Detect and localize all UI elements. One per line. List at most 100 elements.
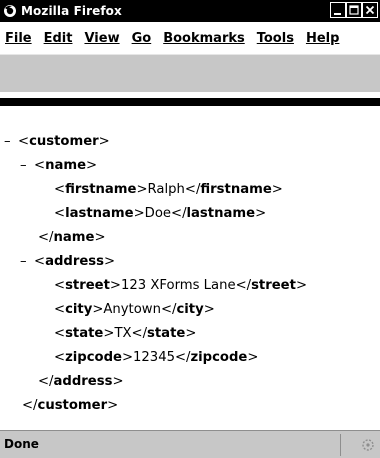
xml-text: Doe xyxy=(144,206,172,221)
xml-pre: < xyxy=(54,350,66,365)
xml-pre: < xyxy=(34,254,46,269)
menu-help-label: Help xyxy=(305,30,340,46)
xml-close-post: > xyxy=(203,302,215,317)
xml-mid: > xyxy=(103,326,115,341)
xml-pre: < xyxy=(54,278,66,293)
xml-tag: city xyxy=(65,302,93,317)
xml-text: 12345 xyxy=(133,350,175,365)
menu-go-label: Go xyxy=(131,30,152,46)
xml-close-tag: city xyxy=(176,302,204,317)
xml-line-address-open: – <address> xyxy=(20,250,115,274)
xml-close-pre: </ xyxy=(184,182,201,197)
xml-line-state: <state>TX</state> xyxy=(54,322,196,346)
status-divider xyxy=(340,434,341,456)
xml-tag: zipcode xyxy=(65,350,122,365)
xml-pre: < xyxy=(54,326,66,341)
menu-file[interactable]: File xyxy=(5,31,32,46)
xml-line-zipcode: <zipcode>12345</zipcode> xyxy=(54,346,258,370)
title-bar: Mozilla Firefox xyxy=(0,0,380,22)
collapse-toggle[interactable]: – xyxy=(20,250,34,274)
xml-pre: < xyxy=(34,158,46,173)
xml-close-tag: street xyxy=(251,278,296,293)
xml-post: > xyxy=(94,230,106,245)
xml-tag: address xyxy=(45,254,104,269)
status-bar: Done xyxy=(0,430,380,458)
content-separator xyxy=(0,98,380,106)
xml-text: Ralph xyxy=(147,182,185,197)
xml-close-post: > xyxy=(185,326,197,341)
xml-pre: < xyxy=(18,134,30,149)
xml-mid: > xyxy=(136,182,148,197)
xml-close-pre: </ xyxy=(235,278,252,293)
xml-close-post: > xyxy=(255,206,267,221)
xml-pre: </ xyxy=(38,230,54,245)
xml-close-tag: firstname xyxy=(200,182,272,197)
menu-go[interactable]: Go xyxy=(132,31,152,46)
xml-post: > xyxy=(107,398,119,413)
xml-mid: > xyxy=(121,350,134,365)
xml-close-post: > xyxy=(271,182,283,197)
xml-line-lastname: <lastname>Doe</lastname> xyxy=(54,202,266,226)
xml-close-post: > xyxy=(295,278,307,293)
menu-file-label: File xyxy=(5,30,32,46)
xml-line-name-close: </name> xyxy=(38,226,106,250)
xml-text: Anytown xyxy=(103,302,161,317)
xml-post: > xyxy=(98,134,110,149)
menu-bookmarks[interactable]: Bookmarks xyxy=(163,31,245,46)
maximize-button[interactable] xyxy=(346,2,362,18)
minimize-icon xyxy=(334,13,341,15)
collapse-toggle[interactable]: – xyxy=(20,154,34,178)
xml-line-customer-close: </customer> xyxy=(22,394,118,418)
xml-close-pre: </ xyxy=(171,206,187,221)
xml-post: > xyxy=(104,254,116,269)
browser-window: Mozilla Firefox File Edit View Go Bookma… xyxy=(0,0,380,458)
menu-tools[interactable]: Tools xyxy=(257,31,294,46)
xml-close-tag: zipcode xyxy=(190,350,248,365)
xml-line-street: <street>123 XForms Lane</street> xyxy=(54,274,307,298)
xml-close-pre: </ xyxy=(160,302,177,317)
menu-view-label: View xyxy=(84,30,120,46)
xml-tag: name xyxy=(53,230,95,245)
menu-help[interactable]: Help xyxy=(306,31,339,46)
xml-tag: firstname xyxy=(65,182,137,197)
close-icon xyxy=(365,5,375,15)
xml-tag: address xyxy=(53,374,113,389)
xml-pre: < xyxy=(54,302,66,317)
xml-tag: customer xyxy=(29,134,99,149)
xml-close-post: > xyxy=(247,350,259,365)
collapse-toggle[interactable]: – xyxy=(4,130,18,154)
security-icon xyxy=(362,439,374,451)
menu-edit-label: Edit xyxy=(43,30,73,46)
xml-line-firstname: <firstname>Ralph</firstname> xyxy=(54,178,283,202)
menu-tools-label: Tools xyxy=(256,30,294,46)
toolbar xyxy=(0,54,380,93)
xml-pre: </ xyxy=(22,398,38,413)
menu-bar: File Edit View Go Bookmarks Tools Help xyxy=(0,22,380,54)
xml-tag: customer xyxy=(37,398,108,413)
firefox-icon xyxy=(4,5,16,17)
xml-tag: state xyxy=(65,326,104,341)
xml-line-address-close: </address> xyxy=(38,370,124,394)
status-text: Done xyxy=(4,437,39,451)
xml-mid: > xyxy=(133,206,145,221)
xml-mid: > xyxy=(92,302,104,317)
xml-mid: > xyxy=(109,278,121,293)
xml-pre: < xyxy=(54,182,66,197)
menu-view[interactable]: View xyxy=(84,31,119,46)
xml-pre: </ xyxy=(38,374,54,389)
xml-post: > xyxy=(86,158,98,173)
menu-edit[interactable]: Edit xyxy=(44,31,73,46)
menu-bookmarks-label: Bookmarks xyxy=(163,30,245,46)
xml-post: > xyxy=(112,374,124,389)
xml-text: TX xyxy=(114,326,132,341)
window-title: Mozilla Firefox xyxy=(21,4,122,18)
xml-close-pre: </ xyxy=(131,326,148,341)
xml-text: 123 XForms Lane xyxy=(120,278,236,293)
xml-close-tag: lastname xyxy=(186,206,256,221)
xml-tag: street xyxy=(65,278,110,293)
xml-close-tag: state xyxy=(147,326,186,341)
xml-line-customer-open: – <customer> xyxy=(4,130,110,154)
xml-line-name-open: – <name> xyxy=(20,154,97,178)
close-button[interactable] xyxy=(362,2,378,18)
minimize-button[interactable] xyxy=(330,2,346,18)
